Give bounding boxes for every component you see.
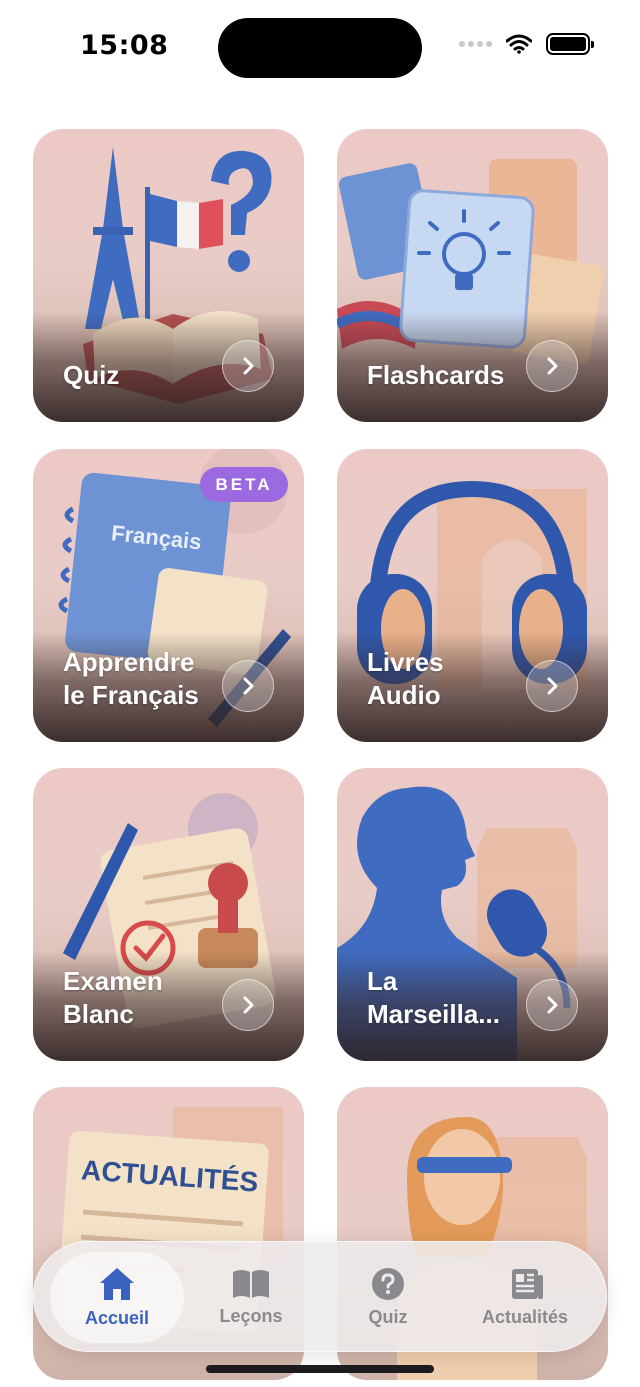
status-icons xyxy=(459,33,594,55)
chevron-right-icon[interactable] xyxy=(222,979,274,1031)
tab-actualites[interactable]: Actualités xyxy=(458,1252,592,1343)
tab-label: Quiz xyxy=(368,1307,408,1327)
book-icon xyxy=(233,1270,269,1298)
signal-icon xyxy=(459,41,492,47)
status-bar: 15:08 xyxy=(0,0,640,96)
tab-label: Leçons xyxy=(219,1306,283,1326)
dynamic-island xyxy=(218,18,422,78)
tab-quiz[interactable]: Quiz xyxy=(321,1252,455,1343)
card-title: Livres Audio xyxy=(367,647,444,710)
card-title: Examen Blanc xyxy=(63,966,163,1029)
chevron-right-icon[interactable] xyxy=(526,660,578,712)
card-apprendre[interactable]: Français BETA Apprendre le Français xyxy=(33,449,304,742)
card-examen-blanc[interactable]: Examen Blanc xyxy=(33,768,304,1061)
card-livres-audio[interactable]: Livres Audio xyxy=(337,449,608,742)
card-quiz[interactable]: Quiz xyxy=(33,129,304,422)
newspaper-icon xyxy=(512,1269,543,1299)
card-title: Apprendre le Français xyxy=(63,647,199,710)
chevron-right-icon[interactable] xyxy=(222,340,274,392)
tab-label: Accueil xyxy=(84,1308,150,1328)
card-title: Flashcards xyxy=(367,360,505,390)
home-icon xyxy=(100,1268,134,1300)
tab-label: Actualités xyxy=(481,1307,569,1327)
card-title: Quiz xyxy=(63,360,120,390)
tab-accueil[interactable]: Accueil xyxy=(50,1252,184,1343)
tab-bar: Accueil Leçons Quiz Actualités xyxy=(33,1241,607,1352)
chevron-right-icon[interactable] xyxy=(222,660,274,712)
status-time: 15:08 xyxy=(80,30,169,61)
beta-badge: BETA xyxy=(200,467,288,502)
battery-icon xyxy=(546,33,594,55)
tab-lecons[interactable]: Leçons xyxy=(184,1252,318,1343)
question-circle-icon xyxy=(372,1268,404,1300)
chevron-right-icon[interactable] xyxy=(526,340,578,392)
card-marseillaise[interactable]: La Marseilla... xyxy=(337,768,608,1061)
card-title: La Marseilla... xyxy=(367,966,500,1029)
wifi-icon xyxy=(506,34,532,54)
home-indicator xyxy=(206,1365,434,1373)
chevron-right-icon[interactable] xyxy=(526,979,578,1031)
card-flashcards[interactable]: Flashcards xyxy=(337,129,608,422)
